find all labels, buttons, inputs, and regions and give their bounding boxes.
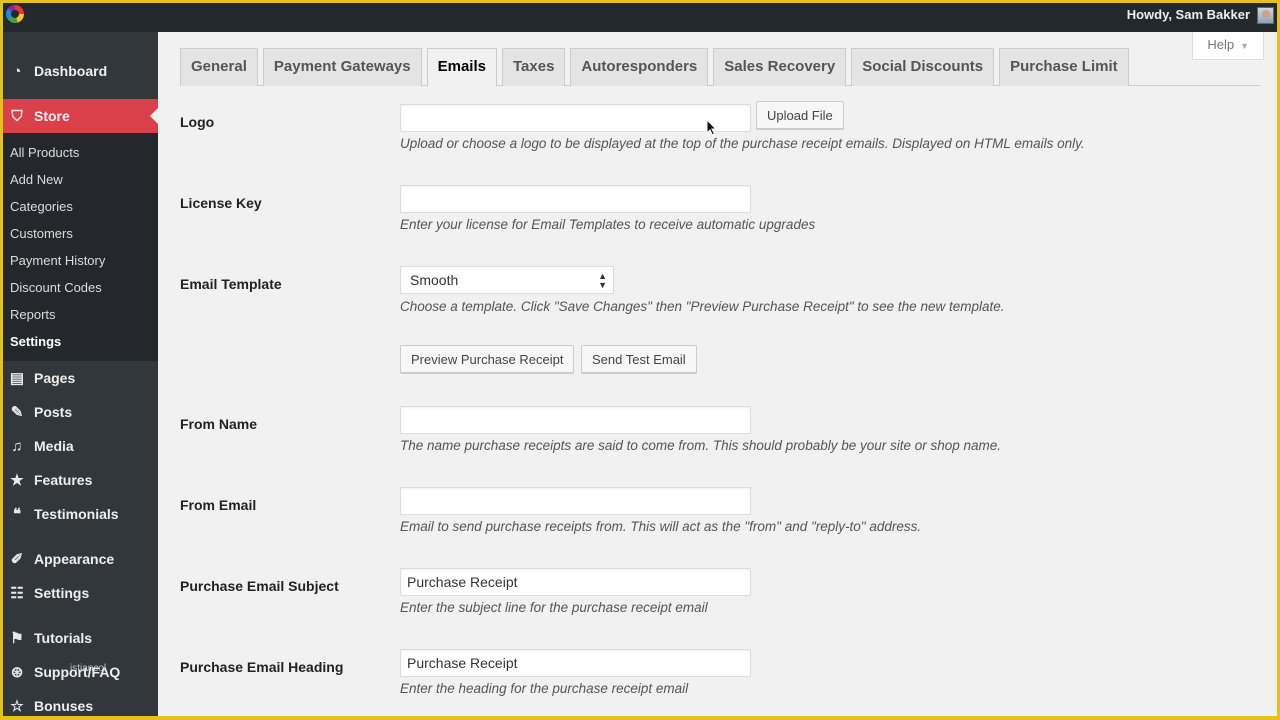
logo-url-input[interactable]	[400, 104, 751, 132]
sidebar-item-label: Dashboard	[34, 63, 108, 79]
sidebar-item-appearance[interactable]: ✐ Appearance	[0, 542, 158, 576]
from-name-label: From Name	[180, 416, 258, 432]
logo-label: Logo	[180, 114, 215, 130]
submenu-item-reports[interactable]: Reports	[0, 301, 158, 328]
from-name-input[interactable]	[400, 406, 751, 434]
store-submenu: All Products Add New Categories Customer…	[0, 133, 158, 361]
email-template-label: Email Template	[180, 276, 282, 292]
settings-icon: ☷	[10, 585, 24, 602]
admin-sidebar: ◔ Dashboard ⛉ Store All Products Add New…	[0, 32, 158, 720]
email-template-select[interactable]: Smooth ▲ ▼	[400, 266, 614, 294]
store-icon: ⛉	[11, 107, 23, 125]
sidebar-item-posts[interactable]: ✎ Posts	[0, 395, 158, 429]
sidebar-item-label: Pages	[34, 370, 76, 386]
submenu-item-payment-history[interactable]: Payment History	[0, 247, 158, 274]
send-test-email-button[interactable]: Send Test Email	[581, 345, 697, 373]
logo-description: Upload or choose a logo to be displayed …	[400, 136, 1085, 151]
sidebar-item-label: Posts	[34, 404, 73, 420]
site-logo-icon[interactable]	[6, 5, 24, 23]
submenu-item-discount-codes[interactable]: Discount Codes	[0, 274, 158, 301]
mouse-cursor-icon	[706, 119, 718, 136]
sidebar-item-label: Features	[34, 472, 93, 488]
sidebar-item-label: Store	[34, 108, 70, 124]
sidebar-item-label: Bonuses	[34, 698, 94, 714]
submenu-item-customers[interactable]: Customers	[0, 220, 158, 247]
sidebar-item-label: Appearance	[34, 551, 115, 567]
media-icon: ♫	[11, 437, 23, 455]
license-key-input[interactable]	[400, 185, 751, 213]
sidebar-item-pages[interactable]: ▤ Pages	[0, 361, 158, 395]
dashboard-icon: ◔	[12, 62, 22, 80]
sidebar-item-media[interactable]: ♫ Media	[0, 429, 158, 463]
sidebar-item-store[interactable]: ⛉ Store	[0, 99, 158, 133]
purchase-email-subject-input[interactable]	[400, 568, 751, 596]
from-email-input[interactable]	[400, 487, 751, 515]
email-template-selected: Smooth	[410, 272, 459, 288]
tab-purchase-limit[interactable]: Purchase Limit	[999, 48, 1129, 86]
tab-emails[interactable]: Emails	[426, 48, 497, 87]
lifebuoy-icon: ⊛	[10, 664, 24, 681]
upload-file-button[interactable]: Upload File	[756, 101, 844, 129]
purchase-email-subject-label: Purchase Email Subject	[180, 578, 339, 594]
sidebar-item-features[interactable]: ★ Features	[0, 463, 158, 497]
paintbrush-icon: ✐	[10, 551, 24, 568]
tab-autoresponders[interactable]: Autoresponders	[570, 48, 709, 86]
settings-tabs: General Payment Gateways Emails Taxes Au…	[180, 48, 1260, 87]
sidebar-item-testimonials[interactable]: ❝ Testimonials	[0, 497, 158, 531]
tab-general[interactable]: General	[180, 48, 258, 86]
pages-icon: ▤	[9, 370, 25, 387]
purchase-email-subject-description: Enter the subject line for the purchase …	[400, 600, 708, 615]
tab-taxes[interactable]: Taxes	[502, 48, 566, 86]
user-greeting[interactable]: Howdy, Sam Bakker	[1127, 7, 1250, 22]
sidebar-item-label: Tutorials	[34, 630, 93, 646]
from-email-label: From Email	[180, 497, 257, 513]
select-arrows-icon: ▲ ▼	[598, 271, 607, 290]
license-key-description: Enter your license for Email Templates t…	[400, 217, 816, 232]
star-outline-icon: ☆	[10, 698, 24, 715]
submenu-item-all-products[interactable]: All Products	[0, 139, 158, 166]
tab-payment-gateways[interactable]: Payment Gateways	[262, 48, 422, 86]
purchase-email-heading-input[interactable]	[400, 649, 751, 677]
purchase-email-heading-label: Purchase Email Heading	[180, 659, 344, 675]
sidebar-item-dashboard[interactable]: ◔ Dashboard	[0, 54, 158, 88]
main-content: Help ▼ General Payment Gateways Emails Ta…	[158, 32, 1280, 720]
sidebar-item-label: Media	[34, 438, 74, 454]
sidebar-item-settings[interactable]: ☷ Settings	[0, 576, 158, 610]
sidebar-item-label: Testimonials	[34, 506, 119, 522]
avatar[interactable]	[1257, 7, 1274, 24]
pin-icon: ✎	[10, 404, 24, 421]
admin-bar: Howdy, Sam Bakker	[0, 0, 1280, 32]
sidebar-item-label: Settings	[34, 585, 90, 601]
submenu-item-add-new[interactable]: Add New	[0, 166, 158, 193]
tooltip-overlay-text: istiancol	[70, 663, 107, 674]
preview-purchase-receipt-button[interactable]: Preview Purchase Receipt	[400, 345, 575, 373]
from-email-description: Email to send purchase receipts from. Th…	[400, 519, 922, 534]
purchase-email-heading-description: Enter the heading for the purchase recei…	[400, 681, 689, 696]
sidebar-item-support-faq[interactable]: ⊛ Support/FAQ istiancol	[0, 655, 158, 689]
star-icon: ★	[10, 472, 24, 489]
from-name-description: The name purchase receipts are said to c…	[400, 438, 1002, 453]
tab-social-discounts[interactable]: Social Discounts	[851, 48, 995, 86]
sidebar-item-bonuses[interactable]: ☆ Bonuses	[0, 689, 158, 720]
email-template-description: Choose a template. Click "Save Changes" …	[400, 299, 1005, 314]
submenu-item-categories[interactable]: Categories	[0, 193, 158, 220]
submenu-item-settings[interactable]: Settings	[0, 328, 158, 355]
sidebar-item-tutorials[interactable]: ⚑ Tutorials	[0, 621, 158, 655]
license-key-label: License Key	[180, 195, 262, 211]
tab-sales-recovery[interactable]: Sales Recovery	[713, 48, 847, 86]
graduation-cap-icon: ⚑	[10, 630, 24, 647]
quote-icon: ❝	[12, 506, 22, 523]
